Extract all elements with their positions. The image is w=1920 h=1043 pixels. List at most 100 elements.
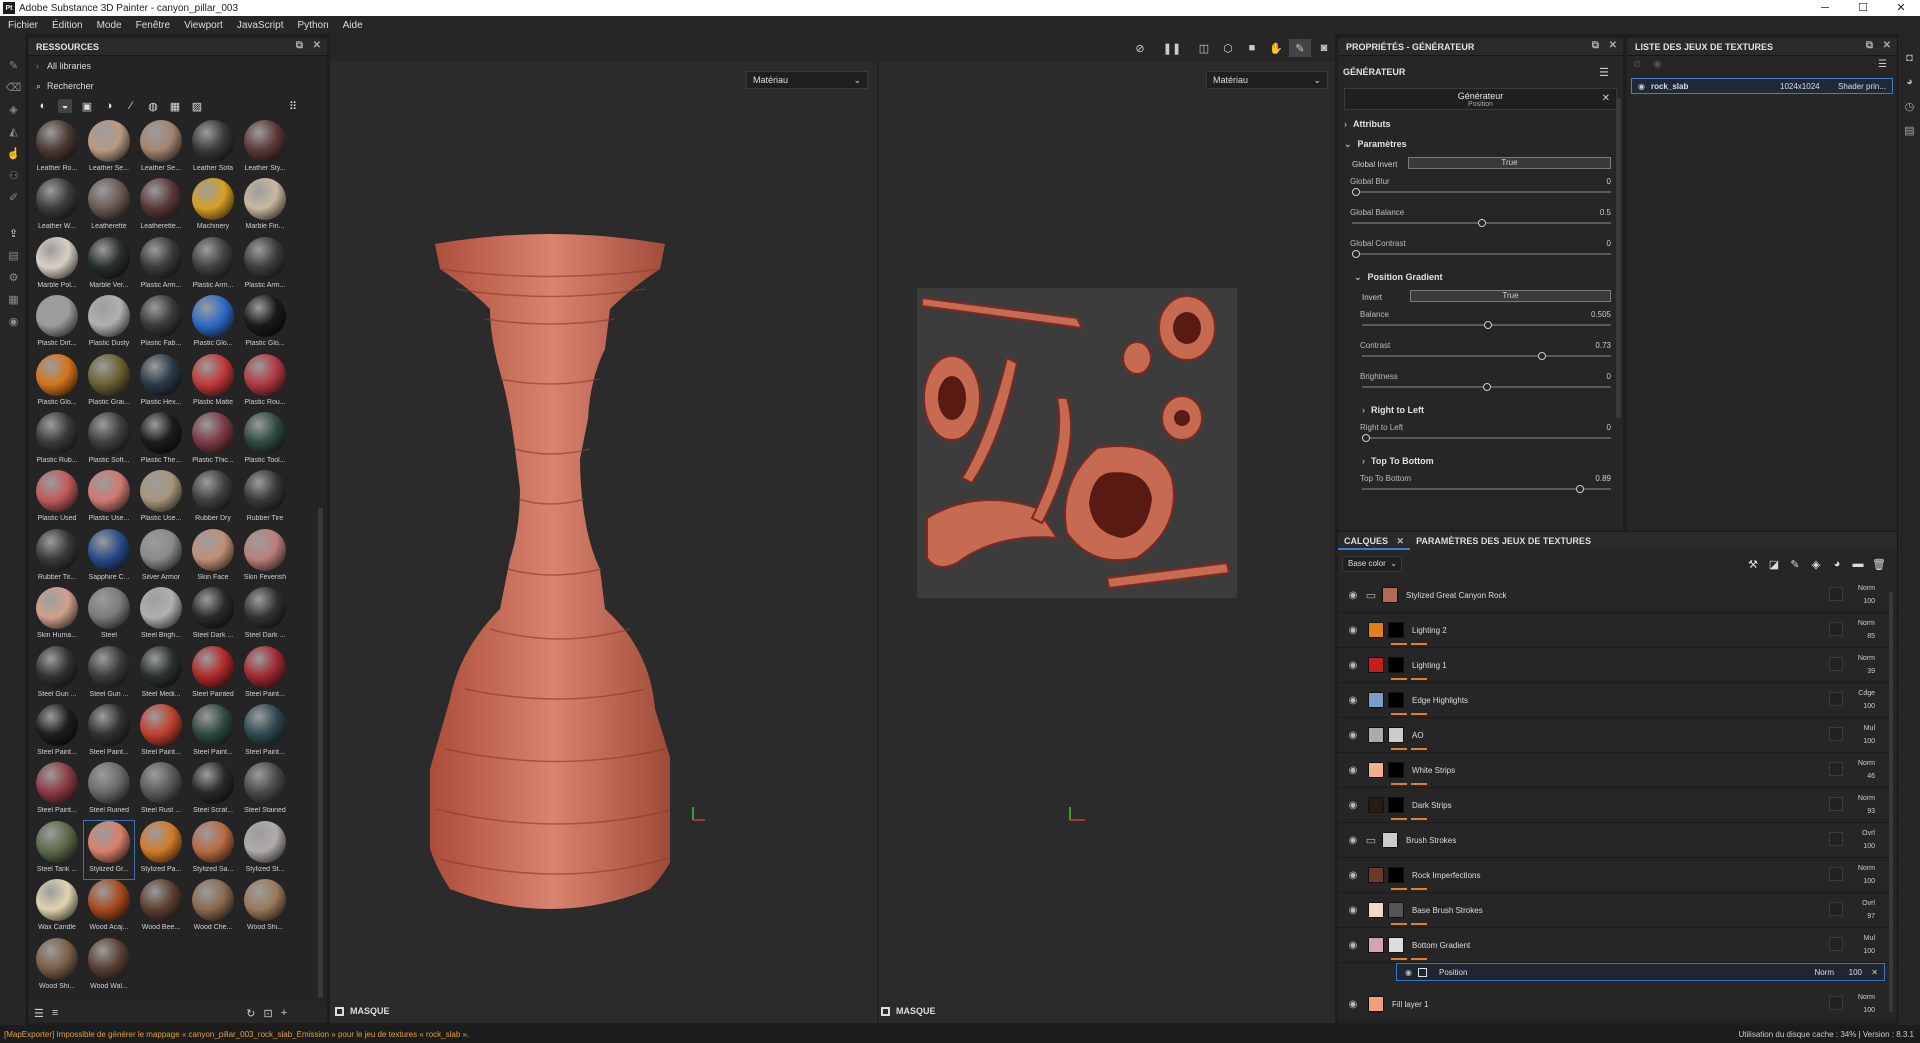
position-gradient-section[interactable]: ⌄ Position Gradient [1338, 267, 1623, 287]
menu-item-0[interactable]: Fichier [8, 20, 38, 31]
top-to-bottom-section[interactable]: › Top To Bottom [1338, 451, 1623, 471]
slider-value[interactable]: 0 [1607, 372, 1611, 381]
eye-icon[interactable]: ◉ [1653, 59, 1662, 70]
material-thumbnail[interactable]: Stylized Pa... [136, 820, 186, 879]
material-thumbnail[interactable]: Steel Painted [188, 645, 238, 704]
layer-name[interactable]: Lighting 1 [1412, 661, 1447, 670]
undock-icon[interactable]: ⧉ [1866, 40, 1873, 51]
masque-toggle-left[interactable]: MASQUE [335, 999, 390, 1023]
slider-value[interactable]: 0.89 [1595, 474, 1611, 483]
slider-value[interactable]: 0 [1607, 423, 1611, 432]
layer-select-checkbox[interactable] [1829, 762, 1843, 776]
material-thumbnail[interactable]: Plastic Rou... [240, 353, 290, 412]
sort-icon[interactable]: ☰ [34, 1007, 44, 1020]
material-thumbnail[interactable]: Marble Ver... [84, 236, 134, 295]
add-smart-material-icon[interactable]: ◕ [1829, 556, 1845, 572]
pause-icon[interactable]: ❚❚ [1161, 39, 1183, 57]
layer-mask-thumbnail[interactable] [1388, 657, 1404, 673]
layer-name[interactable]: Base Brush Strokes [1412, 906, 1483, 915]
layer-opacity[interactable]: 100 [1858, 1004, 1875, 1017]
material-thumbnail[interactable]: Plastic Glo... [32, 353, 82, 412]
right-view-mode-select[interactable]: Matériau ⌄ [1206, 71, 1328, 89]
eye-icon[interactable]: ◉ [1405, 968, 1412, 977]
symmetry-icon[interactable]: ◫ [1193, 39, 1215, 57]
material-thumbnail[interactable]: Steel Rust ... [136, 762, 186, 820]
layer-select-checkbox[interactable] [1829, 937, 1843, 951]
material-thumbnail[interactable]: Steel Gun ... [32, 645, 82, 704]
material-thumbnail[interactable]: Steel Paint... [240, 645, 290, 704]
material-thumbnail[interactable]: Plastic Dusty [84, 295, 134, 353]
viewport-splitter[interactable] [877, 62, 879, 1023]
material-thumbnail[interactable]: Plastic Grai... [84, 353, 134, 412]
all-libraries-row[interactable]: › All libraries [28, 56, 327, 76]
effect-opacity[interactable]: 100 [1849, 968, 1862, 977]
layer-row[interactable]: ◉ ▭ Stylized Great Canyon Rock Norm 100 [1338, 578, 1897, 613]
eye-icon[interactable]: ◉ [1638, 82, 1645, 91]
material-thumbnail[interactable]: Wood Wal... [84, 937, 134, 996]
filter-brushes-icon[interactable]: ⁄ [124, 99, 138, 113]
material-thumbnail[interactable]: Plastic Rub... [32, 412, 82, 470]
eye-icon[interactable]: ◉ [1342, 800, 1364, 811]
material-thumbnail[interactable]: Silver Armor [136, 528, 186, 587]
camera-icon[interactable]: ■ [1241, 39, 1263, 57]
list-view-icon[interactable]: ≡ [52, 1007, 58, 1019]
view-cube-icon[interactable]: ⬡ [1217, 39, 1239, 57]
layer-thumbnail[interactable] [1368, 996, 1384, 1012]
close-window-icon[interactable]: ✕ [1882, 0, 1920, 16]
layer-name[interactable]: Edge Highlights [1412, 696, 1468, 705]
material-thumbnail[interactable]: Rubber Dry [188, 470, 238, 528]
layer-thumbnail[interactable] [1382, 587, 1398, 603]
material-thumbnail[interactable]: Leather Ro... [32, 120, 82, 178]
layer-name[interactable]: Fill layer 1 [1392, 1000, 1428, 1009]
material-thumbnail[interactable]: Plastic Use... [136, 470, 186, 528]
blend-controls[interactable]: Norm 85 [1858, 617, 1875, 643]
material-thumbnail[interactable]: Wood Bee... [136, 879, 186, 937]
material-thumbnail[interactable]: Marble Pol... [32, 236, 82, 295]
polygon-fill-icon[interactable]: ◭ [0, 120, 27, 142]
layer-name[interactable]: Dark Strips [1412, 801, 1452, 810]
eye-icon[interactable]: ◉ [1342, 765, 1364, 776]
close-panel-icon[interactable]: ✕ [1609, 40, 1617, 51]
blend-mode[interactable]: Ovrl [1862, 897, 1875, 910]
material-thumbnail[interactable]: Skin Huma... [32, 587, 82, 645]
layer-row[interactable]: ◉ Lighting 1 Norm 39 [1338, 648, 1897, 683]
add-icon[interactable]: + [281, 1007, 287, 1019]
eye-icon[interactable]: ◉ [1342, 660, 1364, 671]
slider-handle[interactable] [1362, 434, 1370, 442]
generator-picker[interactable]: Générateur Position ✕ [1344, 88, 1617, 110]
projection-icon[interactable]: ◈ [0, 98, 27, 120]
display-settings-icon[interactable]: ⚙ [0, 266, 27, 288]
filter-textures-icon[interactable]: ▦ [168, 99, 182, 113]
blend-mode[interactable]: Norm [1858, 582, 1875, 595]
material-thumbnail[interactable]: Rubber Tire [240, 470, 290, 528]
layer-row[interactable]: ◉ Base Brush Strokes Ovrl 97 [1338, 893, 1897, 928]
material-thumbnail[interactable]: Plastic Arm... [188, 236, 238, 295]
layer-mask-thumbnail[interactable] [1388, 937, 1404, 953]
slider-track[interactable] [1352, 253, 1611, 255]
material-thumbnail[interactable]: Plastic Glo... [188, 295, 238, 353]
layer-name[interactable]: White Strips [1412, 766, 1455, 775]
add-mask-icon[interactable]: ◪ [1766, 556, 1782, 572]
material-thumbnail[interactable]: Leatherette... [136, 178, 186, 236]
eye-icon[interactable]: ◉ [1342, 940, 1364, 951]
layer-mask-thumbnail[interactable] [1388, 902, 1404, 918]
remove-effect-icon[interactable]: ✕ [1871, 968, 1878, 977]
material-thumbnail[interactable]: Plastic Matte [188, 353, 238, 412]
slider-value[interactable]: 0 [1607, 177, 1611, 186]
material-thumbnail[interactable]: Plastic Tool... [240, 412, 290, 470]
material-thumbnail[interactable]: Plastic Hex... [136, 353, 186, 412]
eye-icon[interactable]: ◉ [1342, 625, 1364, 636]
search-row[interactable]: ⌕ Rechercher [28, 76, 327, 96]
menu-icon[interactable]: ☰ [1599, 66, 1609, 79]
material-thumbnail[interactable]: Steel Scrat... [188, 762, 238, 820]
texture-set-row[interactable]: ◉ rock_slab 1024x1024 Shader prin... [1631, 78, 1893, 94]
layer-row[interactable]: ◉ AO Mul 100 [1338, 718, 1897, 753]
layer-thumbnail[interactable] [1368, 762, 1384, 778]
menu-item-2[interactable]: Mode [97, 20, 122, 31]
slider-handle[interactable] [1477, 219, 1486, 227]
eye-icon[interactable]: ◉ [1342, 999, 1364, 1010]
new-folder-icon[interactable]: ⊡ [264, 1007, 273, 1020]
material-thumbnail[interactable]: Steel Paint... [188, 704, 238, 762]
layer-row[interactable]: ◉ White Strips Norm 46 [1338, 753, 1897, 788]
blend-controls[interactable]: Mul 100 [1863, 722, 1875, 748]
